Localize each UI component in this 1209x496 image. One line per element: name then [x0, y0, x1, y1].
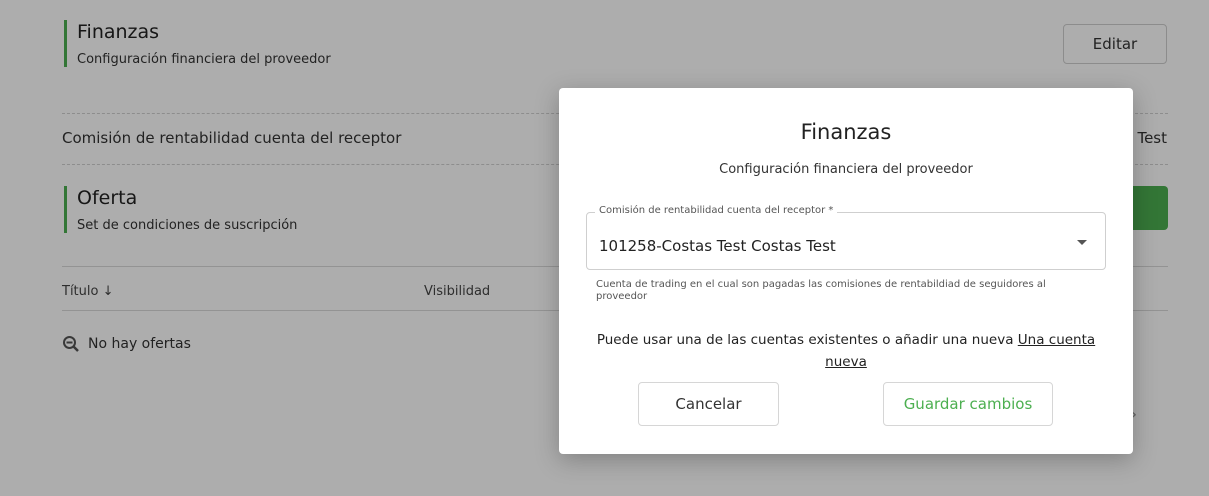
modal-title: Finanzas: [800, 120, 892, 144]
commission-account-value: 101258-Costas Test Costas Test: [599, 237, 836, 255]
field-helper-text: Cuenta de trading en el cual son pagadas…: [596, 279, 1046, 302]
commission-account-label: Comisión de rentabilidad cuenta del rece…: [595, 205, 838, 216]
info-text-body: Puede usar una de las cuentas existentes…: [596, 332, 1018, 348]
finanzas-modal: Finanzas Configuración financiera del pr…: [559, 88, 1133, 454]
caret-down-icon[interactable]: [1077, 240, 1087, 245]
info-text: Puede usar una de las cuentas existentes…: [589, 329, 1103, 373]
save-changes-button[interactable]: Guardar cambios: [883, 382, 1053, 426]
cancel-button[interactable]: Cancelar: [638, 382, 779, 426]
modal-subtitle: Configuración financiera del proveedor: [719, 162, 973, 177]
commission-account-select[interactable]: Comisión de rentabilidad cuenta del rece…: [586, 205, 1106, 270]
